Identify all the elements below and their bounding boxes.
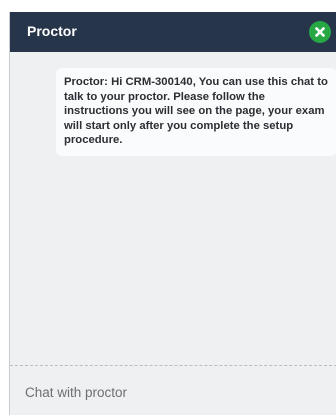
input-divider <box>10 365 336 366</box>
proctor-chat-panel: Proctor Proctor: Hi CRM-300140, You can … <box>9 12 336 415</box>
message-list: Proctor: Hi CRM-300140, You can use this… <box>10 52 336 370</box>
close-button[interactable] <box>309 21 331 43</box>
chat-input[interactable] <box>10 372 336 412</box>
close-icon <box>315 27 325 37</box>
proctor-message: Proctor: Hi CRM-300140, You can use this… <box>56 68 336 156</box>
chat-title: Proctor <box>27 23 77 39</box>
chat-header: Proctor <box>10 12 336 52</box>
